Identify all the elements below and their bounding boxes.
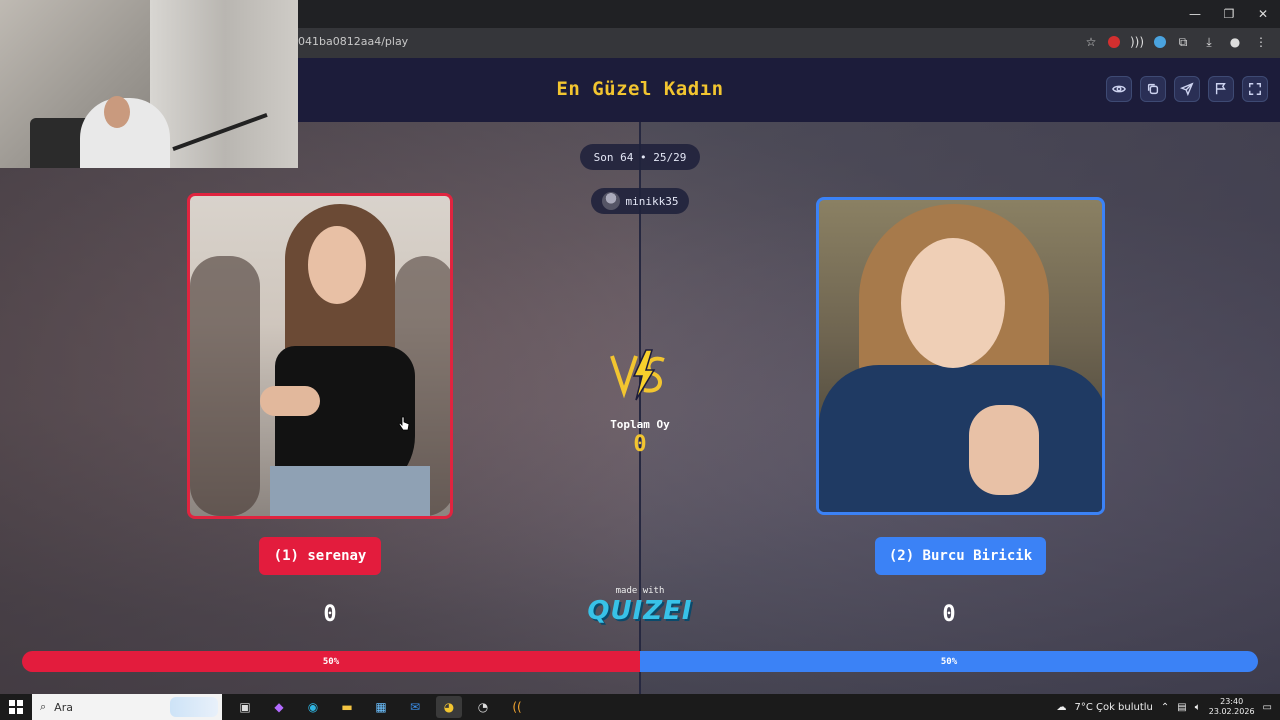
share-button[interactable]	[1174, 76, 1200, 102]
user-badge: minikk35	[591, 188, 689, 214]
report-button[interactable]	[1208, 76, 1234, 102]
copy-button[interactable]	[1140, 76, 1166, 102]
task-view-icon[interactable]: ▣	[232, 696, 258, 718]
total-votes-label: Toplam Oy	[610, 418, 670, 431]
windows-taskbar: ⌕ Ara ▣ ◆ ◉ ▬ ▦ ✉ ◕ ◔ (( ☁ 7°C Çok bulut…	[0, 694, 1280, 720]
download-icon[interactable]: ⤓	[1200, 33, 1218, 51]
extensions-puzzle-icon[interactable]: ⧉	[1174, 33, 1192, 51]
right-score: 0	[942, 602, 956, 627]
send-icon	[1180, 82, 1194, 96]
clock[interactable]: 23:40 23.02.2026	[1209, 697, 1255, 717]
obs-icon[interactable]: ◔	[470, 696, 496, 718]
file-explorer-icon[interactable]: ▬	[334, 696, 360, 718]
profile-avatar-icon[interactable]: ●	[1226, 33, 1244, 51]
versus-icon	[610, 349, 665, 401]
network-icon[interactable]: ▤	[1177, 702, 1186, 713]
clock-time: 23:40	[1220, 697, 1244, 706]
store-icon[interactable]: ▦	[368, 696, 394, 718]
fullscreen-button[interactable]	[1242, 76, 1268, 102]
close-button[interactable]: ✕	[1246, 0, 1280, 28]
candidate-right-image[interactable]	[816, 197, 1105, 515]
avatar	[601, 192, 620, 210]
volume-icon[interactable]: 🔈︎	[1195, 702, 1201, 713]
round-indicator: Son 64 • 25/29	[580, 144, 700, 170]
right-percent-label: 50%	[940, 656, 958, 667]
outlook-icon[interactable]: ✉	[402, 696, 428, 718]
edge-icon[interactable]: ◉	[300, 696, 326, 718]
candidate-left-image[interactable]	[187, 193, 453, 519]
audio-app-icon[interactable]: ((	[504, 696, 530, 718]
total-votes-value: 0	[633, 432, 647, 457]
made-with-label: made with	[615, 586, 665, 596]
fullscreen-icon	[1249, 83, 1261, 95]
minimize-button[interactable]: —	[1178, 0, 1212, 28]
vote-right-button[interactable]: (2) Burcu Biricik	[875, 537, 1046, 575]
restore-button[interactable]: ❐	[1212, 0, 1246, 28]
eye-button[interactable]	[1106, 76, 1132, 102]
windows-logo-icon	[9, 700, 23, 714]
chrome-icon[interactable]: ◕	[436, 696, 462, 718]
quizei-logo[interactable]: QUIZEI	[580, 596, 700, 626]
username: minikk35	[625, 194, 679, 208]
extension-audio-icon[interactable]: )))	[1128, 33, 1146, 51]
notifications-icon[interactable]: ▭	[1263, 702, 1272, 713]
vote-arena: Son 64 • 25/29 minikk35 Toplam Oy 0 (1) …	[0, 122, 1280, 694]
search-highlight-image	[170, 697, 218, 717]
browser-menu-icon[interactable]: ⋮	[1252, 33, 1270, 51]
clock-date: 23.02.2026	[1208, 707, 1255, 716]
search-placeholder: Ara	[54, 700, 73, 714]
search-icon: ⌕	[40, 700, 47, 713]
bookmark-star-icon[interactable]: ☆	[1082, 33, 1100, 51]
tray-overflow-icon[interactable]: ⌃	[1161, 702, 1169, 713]
weather-icon[interactable]: ☁	[1056, 702, 1066, 713]
taskbar-search[interactable]: ⌕ Ara	[32, 694, 222, 720]
eye-icon	[1112, 85, 1126, 93]
weather-text[interactable]: 7°C Çok bulutlu	[1074, 702, 1152, 713]
left-score: 0	[323, 602, 337, 627]
left-percent-label: 50%	[322, 656, 340, 667]
vote-left-button[interactable]: (1) serenay	[259, 537, 381, 575]
right-percent-bar: 50%	[640, 651, 1258, 672]
flag-icon	[1215, 83, 1226, 95]
copilot-icon[interactable]: ◆	[266, 696, 292, 718]
hand-cursor-icon	[398, 416, 410, 431]
start-button[interactable]	[0, 694, 32, 720]
extension-red-icon[interactable]	[1108, 36, 1120, 48]
extension-blue-icon[interactable]	[1154, 36, 1166, 48]
left-percent-bar: 50%	[22, 651, 640, 672]
url-text[interactable]: 041ba0812aa4/play	[298, 35, 408, 48]
copy-icon	[1147, 83, 1159, 95]
webcam-overlay	[0, 0, 298, 168]
